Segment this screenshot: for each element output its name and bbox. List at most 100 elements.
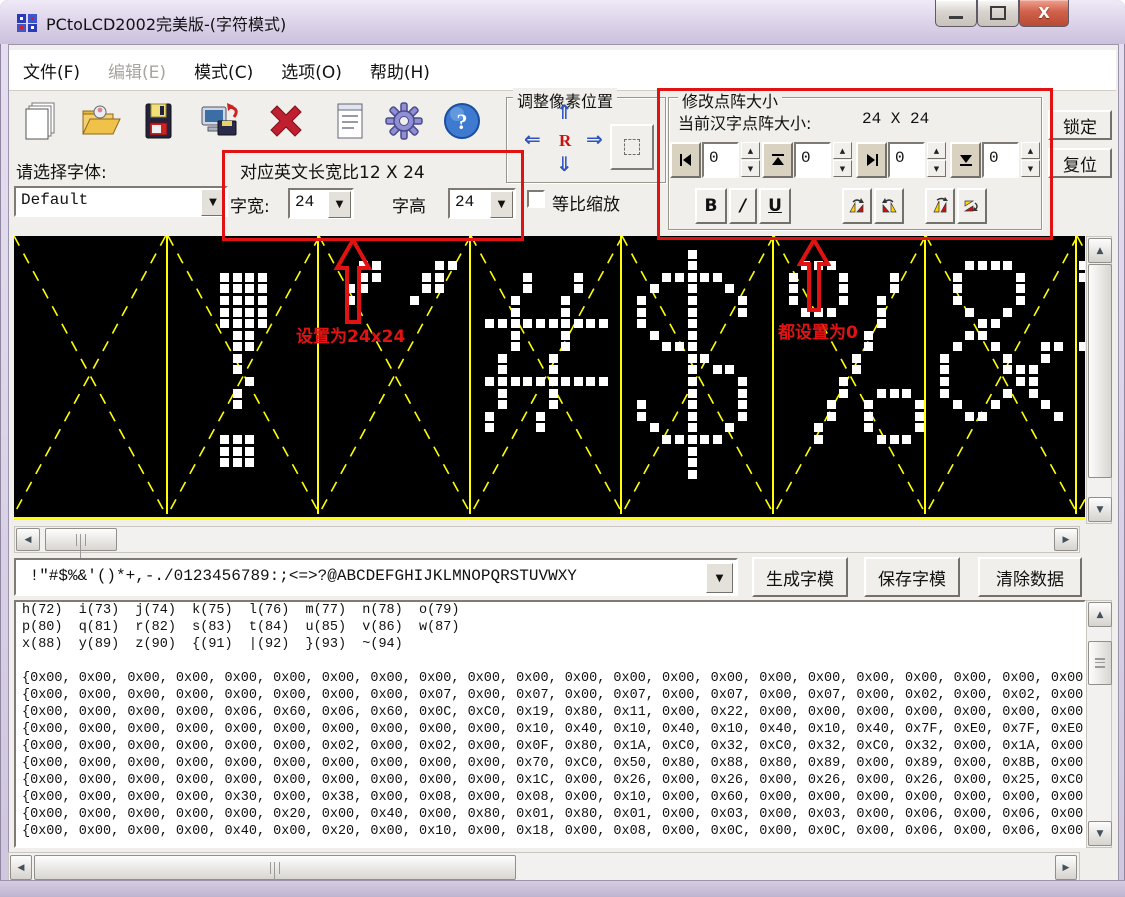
toolbar-notes-icon[interactable] <box>326 96 374 146</box>
glyph-pixel[interactable] <box>1041 354 1050 363</box>
spinner-down-icon[interactable]: ▼ <box>1021 160 1040 177</box>
preview-vscroll-thumb[interactable] <box>1088 264 1112 478</box>
glyph-pixel[interactable] <box>485 319 494 328</box>
glyph-pixel[interactable] <box>586 377 595 386</box>
glyph-pixel[interactable] <box>877 319 886 328</box>
glyph-pixel[interactable] <box>574 273 583 282</box>
glyph-pixel[interactable] <box>965 331 974 340</box>
glyph-pixel[interactable] <box>940 389 949 398</box>
glyph-pixel[interactable] <box>1041 342 1050 351</box>
glyph-pixel[interactable] <box>220 296 229 305</box>
glyph-pixel[interactable] <box>877 435 886 444</box>
center-glyph-button[interactable] <box>610 124 654 170</box>
toolbar-export-icon[interactable] <box>196 96 244 146</box>
glyph-pixel[interactable] <box>965 308 974 317</box>
code-scroll-up-icon[interactable]: ▲ <box>1088 602 1112 627</box>
glyph-pixel[interactable] <box>978 412 987 421</box>
glyph-pixel[interactable] <box>561 331 570 340</box>
glyph-pixel[interactable] <box>688 377 697 386</box>
glyph-pixel[interactable] <box>1079 273 1085 282</box>
preview-vscrollbar[interactable]: ▲ ▼ <box>1086 236 1112 524</box>
preview-scroll-down-icon[interactable]: ▼ <box>1088 497 1112 522</box>
glyph-pixel[interactable] <box>511 331 520 340</box>
glyph-pixel[interactable] <box>688 400 697 409</box>
spinner-down-icon[interactable]: ▼ <box>833 160 852 177</box>
glyph-pixel[interactable] <box>498 354 507 363</box>
glyph-pixel[interactable] <box>1029 377 1038 386</box>
font-select-combobox[interactable]: Default ▼ <box>14 186 228 217</box>
glyph-pixel[interactable] <box>688 435 697 444</box>
glyph-pixel[interactable] <box>498 365 507 374</box>
glyph-pixel[interactable] <box>953 273 962 282</box>
glyph-pixel[interactable] <box>1054 412 1063 421</box>
glyph-pixel[interactable] <box>725 284 734 293</box>
glyph-pixel[interactable] <box>536 377 545 386</box>
trim-value-field-1[interactable]: 0 <box>702 142 739 178</box>
glyph-pixel[interactable] <box>561 308 570 317</box>
glyph-pixel[interactable] <box>599 377 608 386</box>
glyph-pixel[interactable] <box>827 400 836 409</box>
move-right-icon[interactable]: ⇒ <box>586 129 603 149</box>
glyph-pixel[interactable] <box>890 284 899 293</box>
glyph-pixel[interactable] <box>511 342 520 351</box>
trim-value-field-4[interactable]: 0 <box>982 142 1019 178</box>
glyph-pixel[interactable] <box>1054 342 1063 351</box>
glyph-pixel[interactable] <box>890 273 899 282</box>
glyph-pixel[interactable] <box>688 308 697 317</box>
glyph-pixel[interactable] <box>839 389 848 398</box>
glyph-pixel[interactable] <box>915 412 924 421</box>
glyph-pixel[interactable] <box>688 458 697 467</box>
glyph-pixel[interactable] <box>435 261 444 270</box>
glyph-pixel[interactable] <box>372 261 381 270</box>
glyph-pixel[interactable] <box>877 308 886 317</box>
glyph-pixel[interactable] <box>738 377 747 386</box>
glyph-pixel[interactable] <box>220 273 229 282</box>
char-height-combobox[interactable]: 24 ▼ <box>448 188 516 219</box>
glyph-pixel[interactable] <box>839 284 848 293</box>
glyph-pixel[interactable] <box>852 365 861 374</box>
code-output-area[interactable]: h(72) i(73) j(74) k(75) l(76) m(77) n(78… <box>14 600 1086 848</box>
glyph-pixel[interactable] <box>435 284 444 293</box>
glyph-pixel[interactable] <box>536 412 545 421</box>
preview-cell-hash[interactable] <box>469 236 623 514</box>
glyph-pixel[interactable] <box>1016 273 1025 282</box>
glyph-pixel[interactable] <box>511 377 520 386</box>
glyph-pixel[interactable] <box>1079 342 1085 351</box>
glyph-pixel[interactable] <box>372 273 381 282</box>
glyph-pixel[interactable] <box>662 273 671 282</box>
glyph-pixel[interactable] <box>637 412 646 421</box>
glyph-pixel[interactable] <box>258 284 267 293</box>
glyph-pixel[interactable] <box>220 308 229 317</box>
glyph-pixel[interactable] <box>536 319 545 328</box>
glyph-pixel[interactable] <box>220 435 229 444</box>
glyph-pixel[interactable] <box>258 296 267 305</box>
glyph-pixel[interactable] <box>1041 400 1050 409</box>
glyph-pixel[interactable] <box>549 400 558 409</box>
glyph-pixel[interactable] <box>549 365 558 374</box>
glyph-pixel[interactable] <box>688 342 697 351</box>
glyph-pixel[interactable] <box>549 389 558 398</box>
glyph-pixel[interactable] <box>233 284 242 293</box>
glyph-pixel[interactable] <box>688 319 697 328</box>
glyph-pixel[interactable] <box>637 400 646 409</box>
char-width-dropdown-icon[interactable]: ▼ <box>328 191 351 218</box>
glyph-preview-area[interactable] <box>14 236 1085 520</box>
glyph-pixel[interactable] <box>233 331 242 340</box>
glyph-pixel[interactable] <box>1003 389 1012 398</box>
move-down-icon[interactable]: ⇓ <box>556 154 573 174</box>
toolbar-settings-icon[interactable] <box>380 96 428 146</box>
glyph-pixel[interactable] <box>1029 389 1038 398</box>
glyph-pixel[interactable] <box>549 319 558 328</box>
glyph-pixel[interactable] <box>688 284 697 293</box>
rotate-left-icon-button[interactable] <box>842 188 872 224</box>
glyph-pixel[interactable] <box>688 261 697 270</box>
glyph-pixel[interactable] <box>574 319 583 328</box>
glyph-pixel[interactable] <box>864 400 873 409</box>
glyph-pixel[interactable] <box>688 447 697 456</box>
glyph-pixel[interactable] <box>245 435 254 444</box>
flip-vertical-icon-button[interactable] <box>925 188 955 224</box>
toolbar-new-document-icon[interactable] <box>16 96 64 146</box>
glyph-pixel[interactable] <box>245 273 254 282</box>
glyph-pixel[interactable] <box>1079 261 1085 270</box>
glyph-pixel[interactable] <box>245 284 254 293</box>
